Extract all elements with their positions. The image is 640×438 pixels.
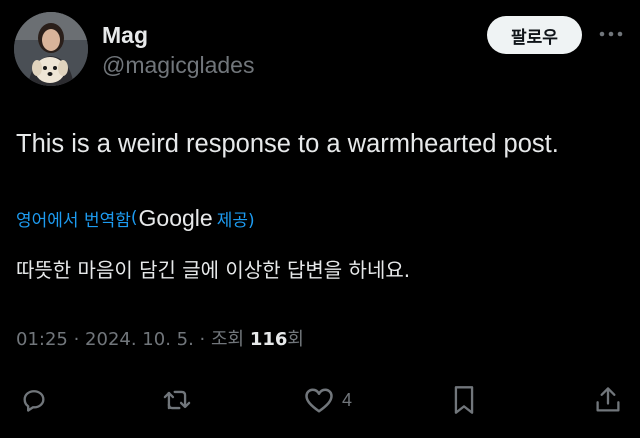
avatar-photo: [14, 12, 88, 86]
views-suffix: 회: [287, 329, 304, 350]
reply-button[interactable]: [20, 378, 48, 422]
translation-attribution[interactable]: 영어에서 번역함 ( Google 제공): [16, 202, 255, 234]
like-button[interactable]: 4: [304, 378, 352, 422]
bookmark-button[interactable]: [452, 378, 476, 422]
like-icon: [305, 388, 333, 413]
share-icon: [596, 387, 620, 412]
user-handle[interactable]: @magicglades: [102, 50, 254, 80]
reply-icon: [23, 390, 45, 412]
more-icon[interactable]: [597, 23, 625, 45]
bookmark-icon: [454, 386, 474, 414]
share-button[interactable]: [594, 378, 622, 422]
post-meta: 01:25 · 2024. 10. 5. · 조회 116회: [16, 324, 304, 356]
follow-button[interactable]: 팔로우: [487, 16, 582, 54]
post-time[interactable]: 01:25: [16, 329, 68, 350]
meta-separator: ·: [67, 329, 86, 350]
meta-separator: ·: [193, 329, 211, 350]
translation-provided-label: 제공): [216, 210, 255, 231]
avatar[interactable]: [14, 12, 88, 86]
translated-text: 따뜻한 마음이 담긴 글에 이상한 답변을 하네요.: [16, 258, 411, 282]
views-count[interactable]: 116: [250, 329, 288, 350]
translated-from-link[interactable]: 영어에서 번역함: [16, 206, 131, 231]
post-date[interactable]: 2024. 10. 5.: [85, 329, 194, 350]
like-count: 4: [342, 389, 353, 410]
post-text: This is a weird response to a warmhearte…: [16, 130, 559, 158]
repost-button[interactable]: [162, 378, 192, 422]
google-logo: Google: [138, 204, 213, 231]
display-name[interactable]: Mag: [102, 20, 148, 50]
repost-icon: [163, 390, 191, 410]
action-bar: 4: [0, 378, 640, 422]
translation-open-paren: (: [130, 208, 138, 228]
views-label: 조회: [211, 329, 250, 350]
